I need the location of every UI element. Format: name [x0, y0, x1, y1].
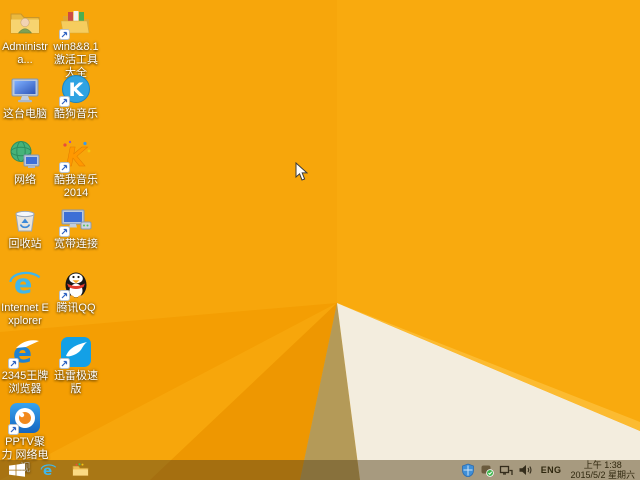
desktop-icon-label: 2345王牌浏览器: [1, 370, 49, 395]
xunlei-thunder-icon: [59, 335, 93, 369]
desktop-icon-label: 回收站: [8, 238, 42, 250]
tools-folder-icon: [59, 6, 93, 40]
desktop-icon-label: 这台电脑: [3, 108, 47, 120]
broadband-connection-icon: [59, 203, 93, 237]
volume-tray-icon[interactable]: [518, 463, 532, 477]
user-folder-icon: [8, 6, 42, 40]
desktop-icon-label: 网络: [14, 174, 36, 186]
taskbar-clock[interactable]: 上午 1:38 2015/5/2 星期六: [570, 460, 635, 480]
shortcut-arrow-icon: [59, 96, 70, 107]
network-icon: [8, 139, 42, 173]
tencent-qq-icon: [59, 267, 93, 301]
taskbar-file-explorer-button[interactable]: [72, 460, 89, 480]
kugou-music-icon: K: [59, 73, 93, 107]
desktop-icon-label: 腾讯QQ: [56, 302, 96, 314]
taskbar-ie-button[interactable]: e: [40, 460, 57, 480]
pptv-icon: [8, 401, 42, 435]
desktop-icon-administrator-folder[interactable]: Administra...: [1, 6, 49, 67]
recycle-bin-icon: [8, 203, 42, 237]
desktop-icon-label: 迅雷极速版: [54, 370, 98, 395]
update-check-tray-icon[interactable]: [480, 463, 494, 477]
desktop-icon-internet-explorer[interactable]: e Internet Explorer: [1, 267, 49, 328]
taskbar-left: e: [0, 460, 89, 480]
svg-text:K: K: [69, 79, 85, 101]
shortcut-arrow-icon: [59, 290, 70, 301]
this-pc-icon: [8, 73, 42, 107]
shortcut-arrow-icon: [59, 226, 70, 237]
ie-taskbar-icon: e: [40, 463, 57, 479]
network-tray-icon[interactable]: [499, 463, 513, 477]
folder-icon: [72, 463, 89, 476]
mouse-cursor: [295, 162, 308, 181]
2345-browser-icon: e: [8, 335, 42, 369]
shortcut-arrow-icon: [8, 424, 19, 435]
desktop-icon-kuwo-music[interactable]: K 酷我音乐2014: [52, 139, 100, 200]
internet-explorer-icon: e: [8, 267, 42, 301]
clock-date: 2015/5/2 星期六: [570, 470, 635, 480]
system-tray: ENG 上午 1:38 2015/5/2 星期六: [461, 460, 640, 480]
security-shield-tray-icon[interactable]: [461, 463, 475, 477]
shortcut-arrow-icon: [59, 358, 70, 369]
desktop-icon-kugou-music[interactable]: K 酷狗音乐: [52, 73, 100, 121]
shortcut-arrow-icon: [8, 358, 19, 369]
desktop-icon-xunlei-thunder[interactable]: 迅雷极速版: [52, 335, 100, 396]
shortcut-arrow-icon: [59, 162, 70, 173]
taskbar: e ENG 上午 1:38 2015/5/2 星期六: [0, 460, 640, 480]
desktop-icon-label: Administra...: [2, 41, 48, 66]
desktop-icon-label: 酷我音乐2014: [54, 174, 98, 199]
desktop-icon-label: 宽带连接: [54, 238, 98, 250]
kuwo-music-icon: K: [59, 139, 93, 173]
desktop-icon-win8-activation-tools[interactable]: win8&8.1激活工具大全: [52, 6, 100, 80]
desktop-icon-broadband-connection[interactable]: 宽带连接: [52, 203, 100, 251]
desktop-icon-network[interactable]: 网络: [1, 139, 49, 187]
desktop-icon-2345-browser[interactable]: e 2345王牌浏览器: [1, 335, 49, 396]
desktop-icon-this-pc[interactable]: 这台电脑: [1, 73, 49, 121]
desktop-icon-label: 酷狗音乐: [54, 108, 98, 120]
desktop-icon-label: Internet Explorer: [1, 302, 49, 327]
windows-logo-icon: [9, 463, 25, 477]
language-indicator[interactable]: ENG: [537, 465, 566, 475]
shortcut-arrow-icon: [59, 29, 70, 40]
clock-time: 上午 1:38: [583, 460, 622, 470]
desktop-icon-tencent-qq[interactable]: 腾讯QQ: [52, 267, 100, 315]
desktop-icon-recycle-bin[interactable]: 回收站: [1, 203, 49, 251]
start-button[interactable]: [9, 460, 25, 480]
